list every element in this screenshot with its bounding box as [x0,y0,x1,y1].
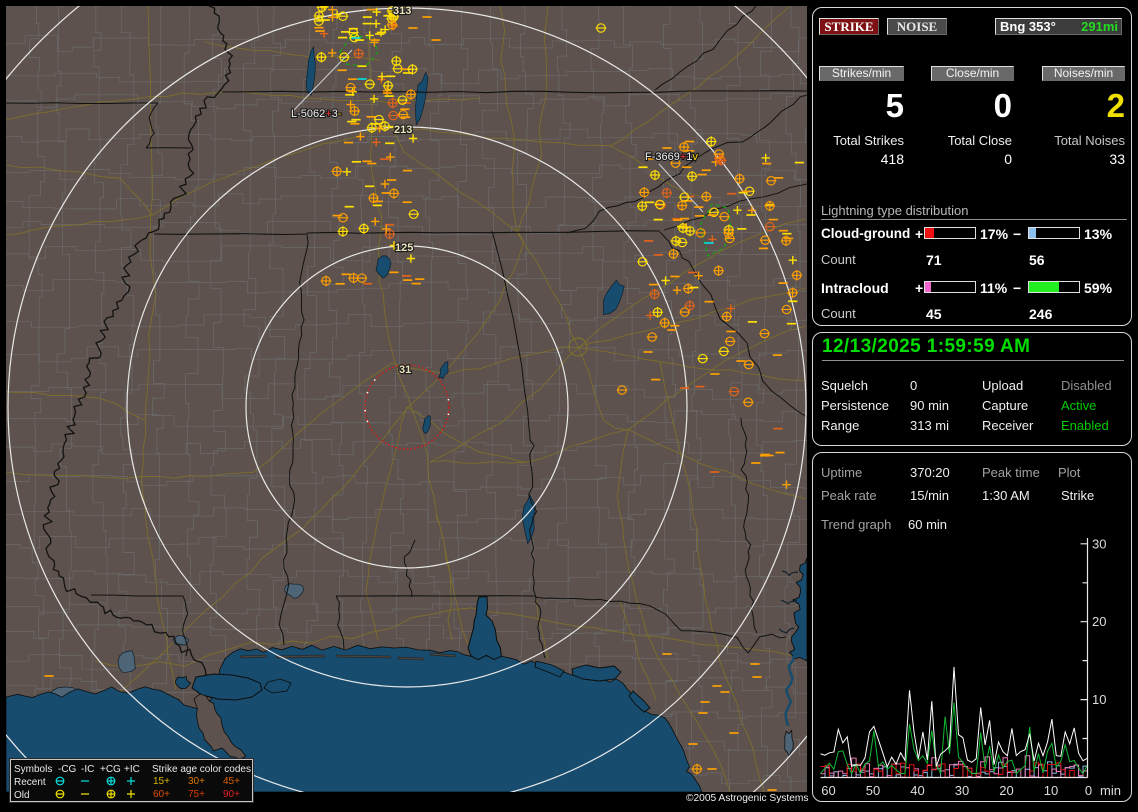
svg-text:30: 30 [1092,536,1106,551]
svg-text:60: 60 [821,783,835,798]
svg-text:10: 10 [1044,783,1058,798]
svg-text:125: 125 [395,242,413,254]
svg-text:10: 10 [1092,692,1106,707]
svg-text:0: 0 [1085,783,1092,798]
svg-text:30: 30 [955,783,969,798]
svg-text:20: 20 [999,783,1013,798]
svg-text:min: min [1100,783,1121,798]
svg-text:40: 40 [910,783,924,798]
svg-text:L-5062+3-: L-5062+3- [291,108,342,120]
svg-text:F-3669+1v: F-3669+1v [645,151,698,163]
svg-text:50: 50 [866,783,880,798]
svg-text:213: 213 [394,124,412,136]
svg-text:31: 31 [399,364,411,376]
svg-text:20: 20 [1092,614,1106,629]
svg-text:313: 313 [393,6,411,17]
